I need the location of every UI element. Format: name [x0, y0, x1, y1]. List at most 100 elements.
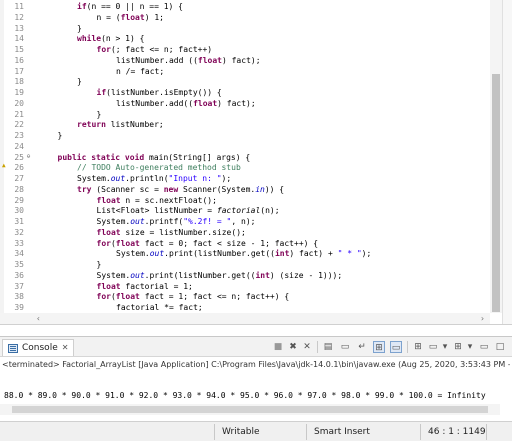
editor-vertical-scrollbar[interactable] [490, 0, 502, 313]
status-bar: Writable Smart Insert 46 : 1 : 1149 [0, 421, 512, 441]
code-line[interactable]: 22 return listNumber; [0, 120, 495, 130]
code-line[interactable]: 39 factorial *= fact; [0, 303, 495, 313]
pin-console-button[interactable]: ⊞ [412, 341, 424, 353]
code-text: if(listNumber.isEmpty()) { [96, 88, 222, 97]
code-line[interactable]: 37 float factorial = 1; [0, 282, 495, 292]
code-line[interactable]: 34 System.out.print(listNumber.get((int) … [0, 249, 495, 259]
maximize-icon[interactable]: □ [494, 341, 506, 353]
code-text: System.out.print(listNumber.get((int) (s… [96, 270, 343, 280]
show-console-on-output-button[interactable]: ⊞ [373, 341, 385, 353]
line-number: 28 [14, 184, 24, 194]
code-line[interactable]: 29 float n = sc.nextFloat(); [0, 196, 495, 206]
minimize-icon[interactable]: ▭ [478, 341, 490, 353]
code-line[interactable]: 24 [0, 142, 495, 152]
code-line[interactable]: 36 System.out.print(listNumber.get((int) … [0, 271, 495, 281]
line-number: 33 [14, 238, 24, 248]
line-number: 20 [14, 98, 24, 108]
code-line[interactable]: 17 n /= fact; [0, 67, 495, 77]
status-separator [306, 424, 307, 440]
console-tab-bar: Console ✕ ■ ✖ ✕ ▤ ▭ ↵ ⊞ ▭ ⊞ ▭ ▾ ⊞ ▾ ▭ □ [0, 337, 512, 357]
line-number: 29 [14, 195, 24, 205]
line-number: 34 [14, 249, 24, 259]
code-line[interactable]: 18} [0, 77, 495, 87]
editor-vertical-scroll-thumb[interactable] [492, 74, 500, 312]
insert-mode-status[interactable]: Smart Insert [314, 426, 370, 438]
console-icon [8, 343, 18, 353]
task-marker-icon[interactable]: ▲ [2, 163, 8, 169]
write-mode-status: Writable [222, 427, 260, 437]
console-horizontal-scrollbar[interactable] [0, 404, 500, 415]
code-text: } [96, 109, 102, 119]
console-horizontal-scroll-thumb[interactable] [12, 406, 488, 413]
code-text: } [57, 131, 63, 140]
status-separator [420, 424, 421, 440]
code-line[interactable]: 11 if(n == 0 || n == 1) { [0, 2, 495, 12]
fold-toggle-icon[interactable]: ⊖ [25, 153, 32, 160]
code-text: factorial *= fact; [116, 303, 203, 312]
line-number: 27 [14, 174, 24, 183]
open-console-dropdown-icon[interactable]: ▾ [464, 341, 476, 353]
code-text: float n = sc.nextFloat(); [96, 195, 217, 205]
code-text: public static void main(String[] args) { [57, 152, 251, 162]
code-line[interactable]: 28 try (Scanner sc = new Scanner(System.i… [0, 185, 495, 195]
tab-console[interactable]: Console ✕ [2, 339, 75, 356]
clear-console-button[interactable]: ▤ [322, 341, 334, 353]
line-number: 31 [14, 217, 24, 226]
code-editor[interactable]: 11 if(n == 0 || n == 1) {12 n = (float) 1;… [0, 0, 512, 325]
line-number: 14 [14, 34, 24, 44]
line-number: 37 [14, 281, 24, 291]
code-line[interactable]: 33 for(float fact = 0; fact < size - 1; f… [0, 239, 495, 249]
code-line[interactable]: 26 ▲ // TODO Auto-generated method stub [0, 163, 495, 173]
line-number: 22 [14, 120, 24, 130]
code-text: try (Scanner sc = new Scanner(System.in)… [77, 184, 285, 194]
show-console-on-error-button[interactable]: ▭ [390, 341, 402, 353]
code-text: for(float fact = 1; fact <= n; fact++) { [96, 292, 290, 302]
code-text: while(n > 1) { [77, 34, 145, 44]
code-line[interactable]: 23} [0, 131, 495, 141]
code-text: } [77, 23, 82, 33]
code-line[interactable]: 16 listNumber.add ((float) fact); [0, 56, 495, 66]
code-line[interactable]: 13} [0, 24, 495, 34]
code-text: listNumber.add((float) fact); [116, 98, 256, 108]
code-line[interactable]: 27 System.out.println("Input n: "); [0, 174, 495, 184]
code-text: n = (float) 1; [96, 12, 164, 22]
code-line[interactable]: 35} [0, 260, 495, 270]
console-output[interactable]: 88.0 * 89.0 * 90.0 * 91.0 * 92.0 * 93.0 … [4, 390, 504, 402]
toolbar-separator [317, 341, 318, 353]
line-number: 21 [14, 109, 24, 119]
line-number: 11 [14, 2, 24, 11]
code-line[interactable]: 38 for(float fact = 1; fact <= n; fact++)… [0, 292, 495, 302]
code-line[interactable]: 15 for(; fact <= n; fact++) [0, 45, 495, 55]
code-line[interactable]: 20 listNumber.add((float) fact); [0, 99, 495, 109]
editor-horizontal-scrollbar[interactable]: ‹ › [0, 313, 490, 324]
open-console-button[interactable]: ⊞ [452, 341, 464, 353]
remove-all-terminated-button[interactable]: ✕ [301, 341, 313, 353]
code-line[interactable]: 19 if(listNumber.isEmpty()) { [0, 88, 495, 98]
remove-launch-button[interactable]: ✖ [287, 341, 299, 353]
line-number: 18 [14, 77, 24, 87]
tab-console-label: Console [22, 343, 58, 353]
status-separator [486, 424, 487, 440]
scroll-right-arrow-icon[interactable]: › [480, 314, 485, 324]
line-number: 15 [14, 45, 24, 54]
code-line[interactable]: 30 List<Float> listNumber = factorial(n); [0, 206, 495, 216]
scroll-left-arrow-icon[interactable]: ‹ [36, 314, 41, 324]
terminate-button[interactable]: ■ [272, 341, 284, 353]
code-text: float factorial = 1; [96, 281, 193, 291]
overview-ruler[interactable] [502, 0, 512, 324]
code-line[interactable]: 31 System.out.printf("%.2f! = ", n); [0, 217, 495, 227]
word-wrap-button[interactable]: ↵ [356, 341, 368, 353]
scroll-lock-button[interactable]: ▭ [339, 341, 351, 353]
close-icon[interactable]: ✕ [62, 340, 69, 356]
line-number: 35 [14, 260, 24, 269]
code-line[interactable]: 25 ⊖ public static void main(String[] args… [0, 153, 495, 163]
code-line[interactable]: 32 float size = listNumber.size(); [0, 228, 495, 238]
code-line[interactable]: 12 n = (float) 1; [0, 13, 495, 23]
line-number: 38 [14, 292, 24, 302]
display-console-dropdown-icon[interactable]: ▾ [439, 341, 451, 353]
display-selected-console-button[interactable]: ▭ [427, 341, 439, 353]
cursor-position-status: 46 : 1 : 1149 [428, 427, 486, 437]
line-number: 17 [14, 66, 24, 76]
code-line[interactable]: 21} [0, 110, 495, 120]
code-line[interactable]: 14 while(n > 1) { [0, 34, 495, 44]
